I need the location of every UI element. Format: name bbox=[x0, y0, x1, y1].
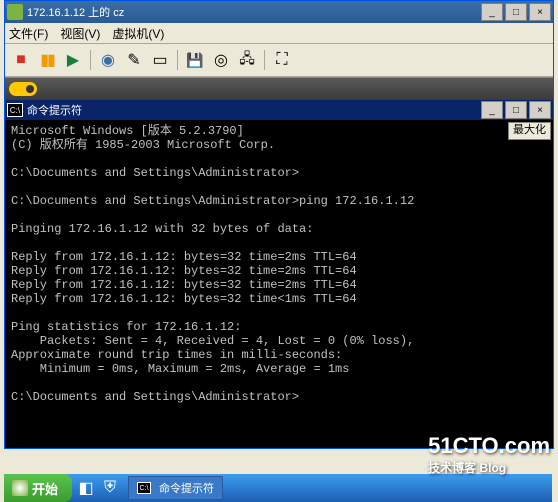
notes-icon: ✎ bbox=[127, 50, 140, 70]
shield-icon: ⛨ bbox=[104, 479, 116, 497]
cmd-minimize-button[interactable]: _ bbox=[481, 101, 503, 119]
menu-view[interactable]: 视图(V) bbox=[60, 25, 100, 42]
cd-icon: ◎ bbox=[214, 50, 228, 70]
quicklaunch-desktop[interactable]: ◧ bbox=[76, 478, 96, 498]
console-output[interactable]: 最大化 Microsoft Windows [版本 5.2.3790] (C) 版… bbox=[5, 120, 553, 448]
stop-icon: ■ bbox=[16, 51, 26, 69]
start-button[interactable]: 开始 bbox=[4, 474, 72, 502]
network-button[interactable]: 🖧 bbox=[235, 48, 259, 72]
vm-client-window: 172.16.1.12 上的 cz _ □ × 文件(F) 视图(V) 虚拟机(… bbox=[4, 0, 554, 449]
view-button[interactable]: ▭ bbox=[148, 48, 172, 72]
network-icon: 🖧 bbox=[239, 48, 255, 72]
cmd-titlebar[interactable]: C:\ 命令提示符 _ □ × bbox=[5, 100, 553, 120]
pause-button[interactable]: ▮▮ bbox=[35, 48, 59, 72]
maximize-label-button[interactable]: 最大化 bbox=[508, 122, 551, 140]
start-icon bbox=[12, 480, 28, 496]
floppy-button[interactable]: 💾 bbox=[183, 48, 207, 72]
notes-button[interactable]: ✎ bbox=[122, 48, 146, 72]
close-button[interactable]: × bbox=[529, 3, 551, 21]
pause-icon: ▮▮ bbox=[40, 50, 54, 70]
snapshot-button[interactable]: ◉ bbox=[96, 48, 120, 72]
window-icon: ▭ bbox=[152, 50, 167, 70]
desktop-icon: ◧ bbox=[78, 478, 93, 498]
menu-vm[interactable]: 虚拟机(V) bbox=[112, 25, 164, 42]
outer-titlebar[interactable]: 172.16.1.12 上的 cz _ □ × bbox=[5, 1, 553, 23]
quicklaunch-security[interactable]: ⛨ bbox=[100, 478, 120, 498]
play-button[interactable]: ▶ bbox=[61, 48, 85, 72]
cmd-title: 命令提示符 bbox=[27, 102, 481, 118]
console-text: Microsoft Windows [版本 5.2.3790] (C) 版权所有… bbox=[11, 124, 414, 404]
menu-file[interactable]: 文件(F) bbox=[9, 25, 48, 42]
play-icon: ▶ bbox=[67, 50, 79, 70]
minimize-button[interactable]: _ bbox=[481, 3, 503, 21]
vm-header bbox=[5, 77, 553, 100]
separator bbox=[264, 50, 265, 70]
cmd-maximize-button[interactable]: □ bbox=[505, 101, 527, 119]
snapshot-icon: ◉ bbox=[101, 50, 115, 70]
stop-button[interactable]: ■ bbox=[9, 48, 33, 72]
window-title: 172.16.1.12 上的 cz bbox=[27, 4, 481, 20]
cmd-icon: C:\ bbox=[7, 103, 23, 117]
toolbar: ■ ▮▮ ▶ ◉ ✎ ▭ 💾 ◎ 🖧 ⛶ bbox=[5, 44, 553, 77]
taskbar-item-label: 命令提示符 bbox=[159, 480, 214, 496]
start-label: 开始 bbox=[32, 479, 58, 498]
cd-button[interactable]: ◎ bbox=[209, 48, 233, 72]
menubar: 文件(F) 视图(V) 虚拟机(V) bbox=[5, 23, 553, 44]
cmd-icon: C:\ bbox=[137, 482, 151, 494]
floppy-icon: 💾 bbox=[186, 52, 203, 69]
separator bbox=[90, 50, 91, 70]
separator bbox=[177, 50, 178, 70]
maximize-button[interactable]: □ bbox=[505, 3, 527, 21]
fullscreen-icon: ⛶ bbox=[276, 51, 287, 69]
taskbar: 开始 ◧ ⛨ C:\ 命令提示符 bbox=[4, 474, 552, 502]
cmd-close-button[interactable]: × bbox=[529, 101, 551, 119]
app-icon bbox=[7, 4, 23, 20]
fullscreen-button[interactable]: ⛶ bbox=[270, 48, 294, 72]
taskbar-item-cmd[interactable]: C:\ 命令提示符 bbox=[128, 476, 223, 500]
vm-tag-icon bbox=[9, 82, 37, 96]
